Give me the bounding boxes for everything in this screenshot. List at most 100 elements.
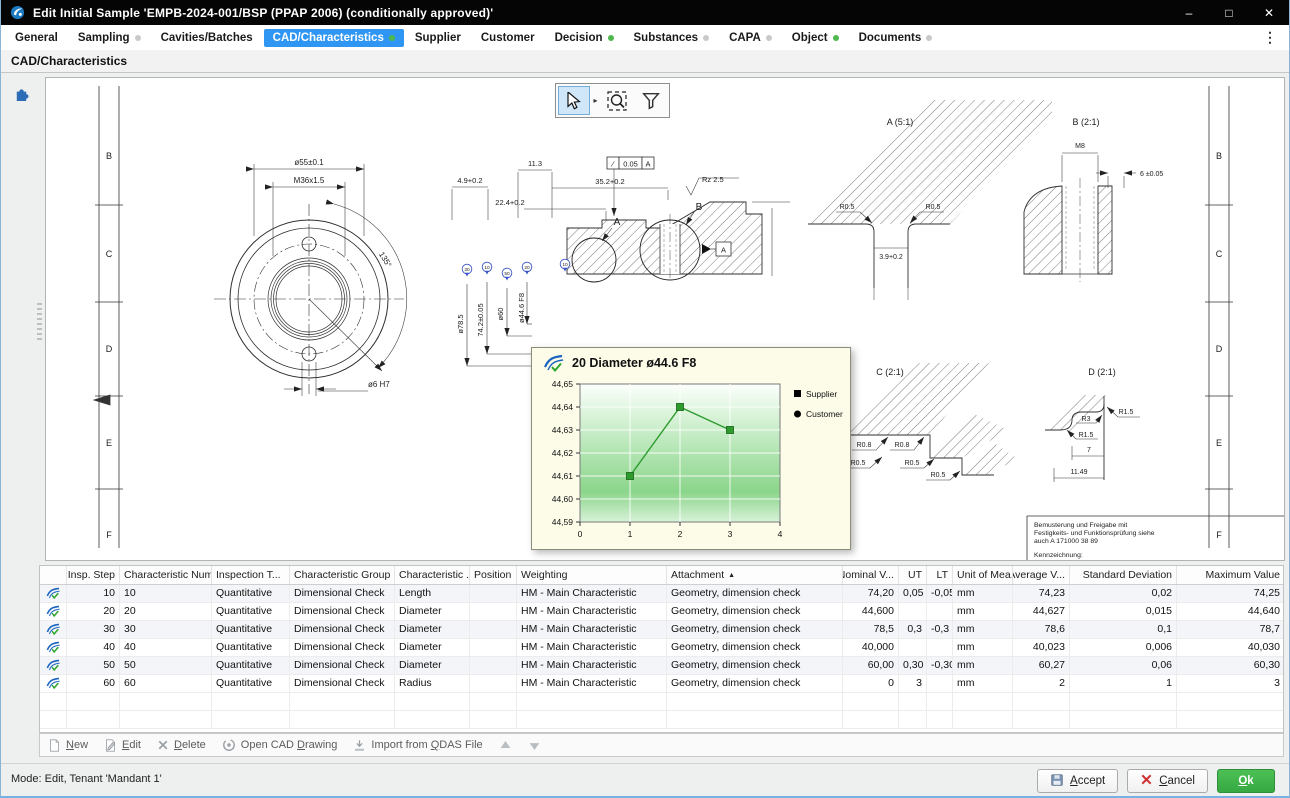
svg-text:C: C: [106, 249, 113, 259]
column-header-insp-step[interactable]: Insp. Step: [67, 566, 120, 584]
cell-position: [470, 585, 517, 602]
table-row[interactable]: 20 20 Quantitative Dimensional Check Diamete…: [40, 603, 1283, 621]
column-header-position[interactable]: Position: [470, 566, 517, 584]
column-header-inspection-t[interactable]: Inspection T...: [212, 566, 290, 584]
close-button[interactable]: ✕: [1249, 0, 1289, 25]
column-header-nominal-v[interactable]: Nominal V...: [843, 566, 899, 584]
column-header-ut[interactable]: UT: [899, 566, 927, 584]
menu-item-cad-characteristics[interactable]: CAD/Characteristics: [263, 28, 404, 47]
menu-item-decision[interactable]: Decision: [546, 29, 623, 47]
move-down-button[interactable]: [528, 739, 541, 752]
column-header-unit-of-mea[interactable]: Unit of Mea...: [953, 566, 1013, 584]
characteristics-table[interactable]: Insp. StepCharacteristic NumberInspectio…: [39, 565, 1284, 733]
table-row[interactable]: 60 60 Quantitative Dimensional Check Radius H…: [40, 675, 1283, 693]
new-icon: [48, 738, 61, 752]
tool-dropdown-caret[interactable]: ▸: [592, 96, 599, 105]
import-from-qdas-file-button[interactable]: Import from QDAS File: [353, 739, 483, 752]
panel-splitter[interactable]: [37, 303, 42, 343]
menu-item-general[interactable]: General: [6, 29, 67, 47]
svg-text:R0.8: R0.8: [895, 442, 910, 449]
drawing-toolbar: ▸: [555, 83, 670, 118]
open-cad-drawing-button[interactable]: Open CAD Drawing: [222, 738, 337, 752]
data-point[interactable]: [626, 472, 634, 480]
menu-item-documents[interactable]: Documents: [850, 29, 942, 47]
measurement-popup[interactable]: 20 Diameter ø44.6 F8 44,59 44,60 44,61 44,6…: [531, 347, 851, 550]
menu-item-cavities-batches[interactable]: Cavities/Batches: [152, 29, 262, 47]
menu-item-object[interactable]: Object: [783, 29, 848, 47]
zoom-selection-tool-button[interactable]: [601, 86, 633, 115]
table-row[interactable]: 30 30 Quantitative Dimensional Check Diamete…: [40, 621, 1283, 639]
column-header-icon[interactable]: [40, 566, 67, 584]
cell-inspection-t: Quantitative: [212, 675, 290, 692]
svg-text:R0.5: R0.5: [931, 472, 946, 479]
cell-weighting: HM - Main Characteristic: [517, 621, 667, 638]
svg-text:C (2:1): C (2:1): [876, 367, 904, 377]
ok-button-label: Ok: [1238, 775, 1254, 787]
data-point[interactable]: [676, 403, 684, 411]
menu-item-substances[interactable]: Substances: [625, 29, 719, 47]
menu-item-customer[interactable]: Customer: [472, 29, 544, 47]
cancel-button[interactable]: Cancel: [1127, 769, 1208, 793]
menu-item-label: Customer: [480, 31, 535, 44]
cell-maximum-value: [1177, 711, 1283, 728]
cell-average-v: 60,27: [1013, 657, 1070, 674]
cell-characteristic: Radius: [395, 675, 470, 692]
window-title: Edit Initial Sample 'EMPB-2024-001/BSP (…: [33, 5, 494, 20]
puzzle-icon[interactable]: [13, 85, 30, 107]
column-header-standard-deviation[interactable]: Standard Deviation: [1070, 566, 1177, 584]
column-header-maximum-value[interactable]: Maximum Value: [1177, 566, 1283, 584]
table-row[interactable]: 10 10 Quantitative Dimensional Check Length H…: [40, 585, 1283, 603]
cell-nominal-v: 60,00: [843, 657, 899, 674]
down-icon: [528, 739, 541, 752]
svg-text:3.9+0.2: 3.9+0.2: [879, 254, 903, 261]
cell-standard-deviation: 0,02: [1070, 585, 1177, 602]
svg-text:22.4+0.2: 22.4+0.2: [495, 198, 524, 207]
move-up-button[interactable]: [499, 739, 512, 752]
maximize-button[interactable]: □: [1209, 0, 1249, 25]
characteristic-status-icon: [40, 585, 67, 602]
delete-button[interactable]: Delete: [157, 739, 206, 751]
ok-button[interactable]: Ok: [1217, 769, 1275, 793]
y-tick-label: 44,59: [552, 517, 574, 527]
data-point[interactable]: [726, 426, 734, 434]
accept-button[interactable]: Accept: [1037, 769, 1119, 793]
column-header-attachment[interactable]: Attachment ▲: [667, 566, 843, 584]
column-header-characteristic-group[interactable]: Characteristic Group: [290, 566, 395, 584]
menu-item-supplier[interactable]: Supplier: [406, 29, 470, 47]
svg-text:D (2:1): D (2:1): [1088, 367, 1116, 377]
column-header-characteristic[interactable]: Characteristic ...: [395, 566, 470, 584]
column-header-lt[interactable]: LT: [927, 566, 953, 584]
cell-insp-step: 60: [67, 675, 120, 692]
menu-item-label: CAD/Characteristics: [272, 31, 384, 44]
menu-item-sampling[interactable]: Sampling: [69, 29, 150, 47]
new-button[interactable]: New: [48, 738, 88, 752]
save-icon: [1050, 773, 1064, 790]
filter-tool-button[interactable]: [635, 86, 667, 115]
column-header-weighting[interactable]: Weighting: [517, 566, 667, 584]
cell-average-v: 2: [1013, 675, 1070, 692]
cell-position: [470, 621, 517, 638]
menu-item-label: Decision: [554, 31, 603, 44]
edit-button[interactable]: Edit: [104, 738, 141, 752]
cell-unit-of-mea: mm: [953, 621, 1013, 638]
column-header-characteristic-number[interactable]: Characteristic Number: [120, 566, 212, 584]
svg-text:Kennzeichnung:: Kennzeichnung:: [1034, 552, 1083, 559]
svg-text:R0.5: R0.5: [905, 460, 920, 467]
cell-characteristic-number: 10: [120, 585, 212, 602]
table-row[interactable]: 40 40 Quantitative Dimensional Check Diamete…: [40, 639, 1283, 657]
characteristic-pins[interactable]: 30 10 50 20 10: [461, 258, 571, 281]
cell-icon: [40, 711, 67, 728]
menu-overflow-icon[interactable]: ⋮: [1263, 29, 1277, 46]
minimize-button[interactable]: –: [1169, 0, 1209, 25]
cell-characteristic-group: Dimensional Check: [290, 585, 395, 602]
svg-text:ø6 H7: ø6 H7: [368, 380, 390, 389]
column-header-average-v[interactable]: Average V...: [1013, 566, 1070, 584]
import-icon: [353, 739, 366, 752]
cell-average-v: 78,6: [1013, 621, 1070, 638]
cell-characteristic: [395, 693, 470, 710]
table-row[interactable]: 50 50 Quantitative Dimensional Check Diamete…: [40, 657, 1283, 675]
select-tool-button[interactable]: [558, 86, 590, 115]
cell-lt: -0,30: [927, 657, 953, 674]
menu-item-capa[interactable]: CAPA: [720, 29, 781, 47]
cell-attachment: Geometry, dimension check: [667, 657, 843, 674]
